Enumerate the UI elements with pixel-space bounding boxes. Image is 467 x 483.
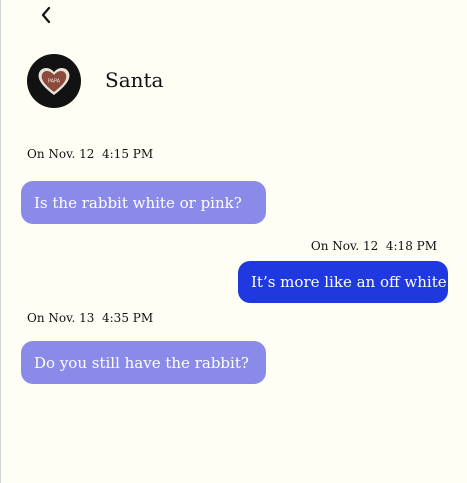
contact-name: Santa xyxy=(105,68,164,92)
message-time: 4:35 PM xyxy=(102,311,154,325)
back-button[interactable] xyxy=(35,4,57,26)
heart-cookie-icon: PAPA xyxy=(38,67,70,95)
incoming-message-bubble[interactable]: Is the rabbit white or pink? xyxy=(21,181,266,224)
message-time: 4:15 PM xyxy=(102,147,154,161)
message-date: On Nov. 13 xyxy=(27,311,95,325)
avatar-text: PAPA xyxy=(48,79,61,85)
message-time: 4:18 PM xyxy=(385,239,437,253)
message-date: On Nov. 12 xyxy=(310,239,379,253)
message-timestamp: On Nov. 12 4:15 PM xyxy=(27,146,153,162)
message-text: Is the rabbit white or pink? xyxy=(34,193,242,212)
message-text: Do you still have the rabbit? xyxy=(34,353,249,372)
message-text: It’s more like an off white. xyxy=(251,273,452,291)
incoming-message-bubble[interactable]: Do you still have the rabbit? xyxy=(21,341,266,384)
chevron-left-icon xyxy=(41,6,51,24)
message-date: On Nov. 12 xyxy=(27,147,95,161)
avatar[interactable]: PAPA xyxy=(27,54,81,108)
message-timestamp: On Nov. 12 4:18 PM xyxy=(311,238,437,254)
message-timestamp: On Nov. 13 4:35 PM xyxy=(27,310,153,326)
outgoing-message-bubble[interactable]: It’s more like an off white. xyxy=(238,261,452,303)
